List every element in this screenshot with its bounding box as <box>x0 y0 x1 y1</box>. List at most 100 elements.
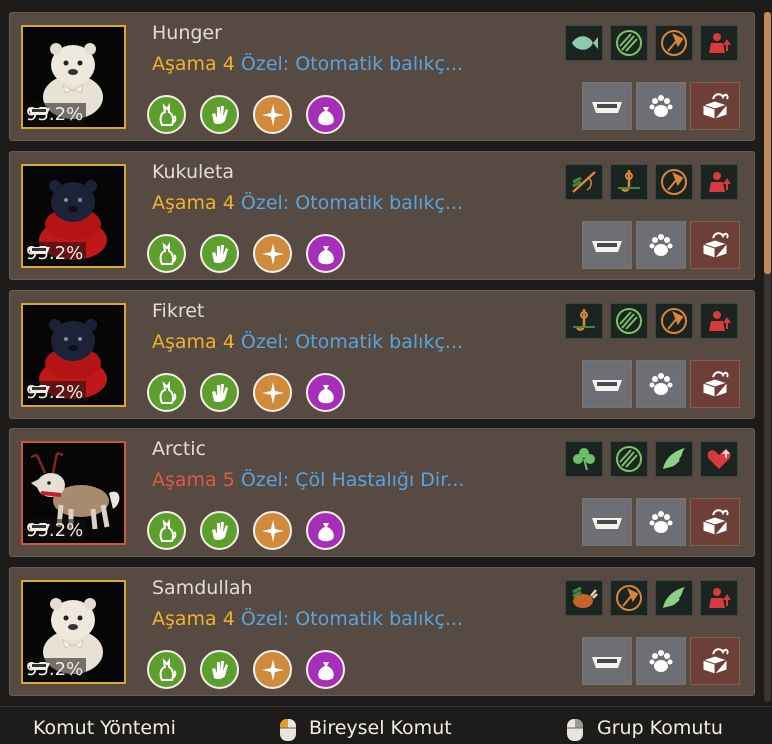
axe-icon[interactable] <box>655 25 693 61</box>
compass-skill-icon[interactable] <box>253 511 292 550</box>
group-command-option[interactable]: Grup Komutu <box>597 717 723 739</box>
paw-button[interactable] <box>636 637 686 685</box>
satiety-indicator: 95.2% <box>26 242 87 264</box>
sack-skill-icon[interactable] <box>306 95 345 134</box>
satiety-indicator: 95.2% <box>26 103 87 125</box>
paw-icon <box>649 650 673 672</box>
hand-skill-icon[interactable] <box>200 650 239 689</box>
hand-skill-icon[interactable] <box>200 234 239 273</box>
open-box-icon <box>701 648 729 675</box>
feed-bowl-button[interactable] <box>582 221 632 269</box>
stage-label: Aşama <box>152 53 217 75</box>
cat-skill-icon[interactable] <box>147 373 186 412</box>
open-box-icon <box>701 371 729 398</box>
hand-skill-icon[interactable] <box>200 511 239 550</box>
heart-up-icon[interactable] <box>700 441 738 477</box>
pet-card[interactable]: 95.2% Arctic Aşama 5 Özel: Çöl Hastalığı… <box>9 428 755 557</box>
paw-icon <box>649 373 673 395</box>
player-up-icon[interactable] <box>700 580 738 616</box>
cat-skill-icon[interactable] <box>147 95 186 134</box>
compass-skill-icon[interactable] <box>253 650 292 689</box>
paw-button[interactable] <box>636 82 686 130</box>
claw-swipe-icon[interactable] <box>610 303 648 339</box>
pet-card[interactable]: 95.2% Fikret Aşama 4 Özel: Otomatik balı… <box>9 290 755 419</box>
food-bowl-icon <box>592 380 622 391</box>
paw-icon <box>649 511 673 533</box>
wing-icon[interactable] <box>655 580 693 616</box>
wing-icon[interactable] <box>655 441 693 477</box>
special-skill: Özel: Çöl Hastalığı Dir... <box>240 469 465 491</box>
food-bowl-icon <box>28 524 50 531</box>
hand-skill-icon[interactable] <box>200 95 239 134</box>
pet-stage: Aşama 4 Özel: Otomatik balıkç... <box>152 192 463 214</box>
compass-skill-icon[interactable] <box>253 95 292 134</box>
hook-icon[interactable] <box>565 303 603 339</box>
cat-skill-icon[interactable] <box>147 511 186 550</box>
release-box-button[interactable] <box>690 221 740 269</box>
pet-portrait[interactable]: 95.2% <box>21 25 126 129</box>
sack-skill-icon[interactable] <box>306 511 345 550</box>
open-box-icon <box>701 232 729 259</box>
claw-swipe-icon[interactable] <box>610 25 648 61</box>
pet-stage: Aşama 4 Özel: Otomatik balıkç... <box>152 608 463 630</box>
axe-icon[interactable] <box>610 580 648 616</box>
pet-portrait[interactable]: 95.2% <box>21 580 126 684</box>
axe-icon[interactable] <box>655 303 693 339</box>
release-box-button[interactable] <box>690 82 740 130</box>
pet-card[interactable]: 95.2% Hunger Aşama 4 Özel: Otomatik balı… <box>9 12 755 141</box>
release-box-button[interactable] <box>690 360 740 408</box>
rod-icon[interactable] <box>565 164 603 200</box>
scrollbar[interactable] <box>764 12 771 702</box>
sack-skill-icon[interactable] <box>306 234 345 273</box>
command-mode-label: Komut Yöntemi <box>33 717 176 739</box>
player-up-icon[interactable] <box>700 25 738 61</box>
claw-swipe-icon[interactable] <box>610 441 648 477</box>
food-bowl-icon <box>28 247 50 254</box>
badge-row <box>565 25 738 61</box>
action-row <box>582 498 740 546</box>
hook-icon[interactable] <box>610 164 648 200</box>
compass-skill-icon[interactable] <box>253 234 292 273</box>
release-box-button[interactable] <box>690 498 740 546</box>
feed-bowl-button[interactable] <box>582 637 632 685</box>
individual-command-option[interactable]: Bireysel Komut <box>309 717 452 739</box>
compass-skill-icon[interactable] <box>253 373 292 412</box>
feed-bowl-button[interactable] <box>582 82 632 130</box>
pet-portrait[interactable]: 95.2% <box>21 303 126 407</box>
pet-portrait[interactable]: 95.2% <box>21 164 126 268</box>
cat-skill-icon[interactable] <box>147 650 186 689</box>
food-bowl-icon <box>28 386 50 393</box>
action-row <box>582 637 740 685</box>
pet-card[interactable]: 95.2% Samdullah Aşama 4 Özel: Otomatik b… <box>9 567 755 696</box>
release-box-button[interactable] <box>690 637 740 685</box>
paw-button[interactable] <box>636 221 686 269</box>
player-up-icon[interactable] <box>700 164 738 200</box>
stage-level: 4 <box>222 53 235 75</box>
sack-skill-icon[interactable] <box>306 650 345 689</box>
action-row <box>582 221 740 269</box>
pet-name: Hunger <box>152 22 222 44</box>
stage-level: 4 <box>222 331 235 353</box>
roast-icon[interactable] <box>565 580 603 616</box>
pet-list: 95.2% Hunger Aşama 4 Özel: Otomatik balı… <box>0 0 772 705</box>
pet-portrait[interactable]: 95.2% <box>21 441 126 545</box>
scrollbar-thumb[interactable] <box>764 12 771 274</box>
cat-skill-icon[interactable] <box>147 234 186 273</box>
feed-bowl-button[interactable] <box>582 498 632 546</box>
food-bowl-icon <box>592 518 622 529</box>
action-row <box>582 82 740 130</box>
badge-row <box>565 580 738 616</box>
paw-button[interactable] <box>636 498 686 546</box>
pet-card[interactable]: 95.2% Kukuleta Aşama 4 Özel: Otomatik ba… <box>9 151 755 280</box>
player-up-icon[interactable] <box>700 303 738 339</box>
sack-skill-icon[interactable] <box>306 373 345 412</box>
feed-bowl-button[interactable] <box>582 360 632 408</box>
skill-row <box>147 95 345 134</box>
fish-icon[interactable] <box>565 25 603 61</box>
hand-skill-icon[interactable] <box>200 373 239 412</box>
axe-icon[interactable] <box>655 164 693 200</box>
action-row <box>582 360 740 408</box>
skill-row <box>147 511 345 550</box>
clover-icon[interactable] <box>565 441 603 477</box>
paw-button[interactable] <box>636 360 686 408</box>
